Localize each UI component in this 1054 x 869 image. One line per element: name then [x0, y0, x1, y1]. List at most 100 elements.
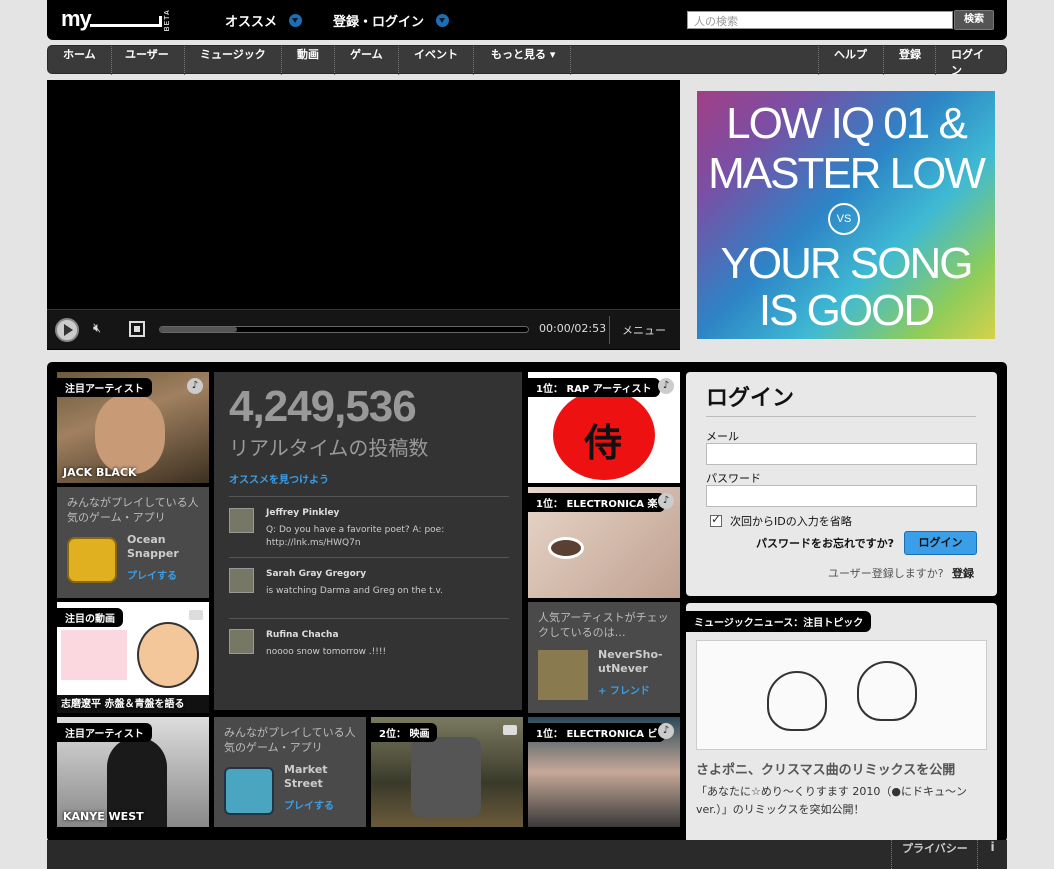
nav-games[interactable]: ゲーム: [335, 46, 399, 75]
menu-recommended[interactable]: オススメ: [225, 11, 303, 30]
avatar[interactable]: [229, 568, 254, 593]
progress-bar[interactable]: [159, 326, 529, 333]
news-illustration[interactable]: [696, 640, 987, 750]
artist-thumbnail[interactable]: [538, 650, 588, 700]
music-note-icon: ♪: [658, 493, 674, 509]
video-tag: 注目の動画: [57, 608, 123, 627]
games-tile-2[interactable]: みんながプレイしている人気のゲーム・アプリ Market Street プレイす…: [214, 717, 366, 827]
post-item[interactable]: Jeffrey Pinkley Q: Do you have a favorit…: [229, 496, 509, 554]
nav-home[interactable]: ホーム: [48, 46, 112, 75]
post-user[interactable]: Sarah Gray Gregory: [266, 569, 366, 579]
featured-artist-tile-2[interactable]: 注目アーティスト KANYE WEST: [57, 717, 209, 827]
email-label: メール: [706, 430, 739, 443]
electronica-tile[interactable]: 1位： ELECTRONICA 楽 ♪: [528, 487, 680, 598]
mute-icon[interactable]: 🔇︎: [93, 321, 101, 336]
games-tile[interactable]: みんながプレイしている人気のゲーム・アプリ Ocean Snapper プレイす…: [57, 487, 209, 598]
post-item[interactable]: Rufina Chacha noooo snow tomorrow .!!!!: [229, 618, 509, 678]
nav-register[interactable]: 登録: [883, 46, 936, 75]
people-search-input[interactable]: 人の検索: [687, 11, 953, 29]
featured-artist-tag: 注目アーティスト: [57, 378, 152, 397]
post-user[interactable]: Rufina Chacha: [266, 630, 339, 640]
signup-link[interactable]: 登録: [952, 565, 974, 581]
signup-question: ユーザー登録しますか?: [828, 567, 944, 580]
menu-recommended-label: オススメ: [225, 15, 278, 30]
nav-video[interactable]: 動画: [282, 46, 335, 75]
time-readout: 00:00/02:53: [539, 322, 607, 335]
beta-label: BETA: [164, 9, 171, 32]
ad-line-1: LOW IQ 01 &: [726, 99, 968, 148]
featured-artist-tile[interactable]: 注目アーティスト ♪ JACK BLACK: [57, 372, 209, 483]
popular-title: 人気アーティストがチェックしているのは…: [538, 611, 669, 639]
ad-banner[interactable]: LOW IQ 01 & MASTER LOW VS YOUR SONG IS G…: [697, 91, 995, 339]
privacy-link[interactable]: プライバシー: [891, 840, 978, 869]
artist-name: JACK BLACK: [63, 466, 137, 479]
rap-artist-tile[interactable]: 侍 1位： RAP アーティスト ♪: [528, 372, 680, 483]
electronica-tile-2[interactable]: 1位： ELECTRONICA ビ ♪: [528, 717, 680, 827]
play-link[interactable]: プレイする: [284, 797, 334, 812]
site-logo[interactable]: my: [61, 6, 92, 32]
fullscreen-icon[interactable]: [129, 321, 145, 337]
games-title: みんながプレイしている人気のゲーム・アプリ: [67, 496, 199, 524]
menu-register-login[interactable]: 登録・ログイン: [333, 11, 450, 30]
post-text: is watching Darma and Greg on the t.v.: [266, 586, 443, 596]
forgot-password-link[interactable]: パスワードをお忘れですか?: [756, 535, 894, 551]
post-user[interactable]: Jeffrey Pinkley: [266, 508, 339, 518]
movie-tile[interactable]: 2位： 映画: [371, 717, 523, 827]
nav-events[interactable]: イベント: [399, 46, 474, 75]
avatar[interactable]: [229, 508, 254, 533]
post-item[interactable]: Sarah Gray Gregory is watching Darma and…: [229, 557, 509, 617]
artist-name[interactable]: NeverSho-utNever: [598, 648, 668, 676]
add-friend-link[interactable]: + フレンド: [598, 682, 650, 697]
post-text: Q: Do you have a favorite poet? A: poe: …: [266, 525, 445, 548]
rap-rank-tag: 1位： RAP アーティスト: [528, 378, 660, 397]
nav-login[interactable]: ログイン: [935, 46, 1006, 77]
post-text: noooo snow tomorrow .!!!!: [266, 647, 387, 657]
nav-users[interactable]: ユーザー: [110, 46, 185, 75]
music-note-icon: ♪: [658, 723, 674, 739]
avatar[interactable]: [229, 629, 254, 654]
music-news-panel: ミュージックニュース：注目トピック さよポニ、クリスマス曲のリミックスを公開 「…: [686, 603, 997, 843]
nav-more[interactable]: もっと見る ▾: [476, 46, 572, 75]
movie-still: [411, 737, 481, 817]
dropdown-arrow-icon[interactable]: [289, 14, 303, 27]
camera-app-icon: [67, 537, 117, 583]
controls-divider: [609, 316, 610, 344]
remember-me-checkbox[interactable]: [710, 512, 722, 527]
post-count: 4,249,536: [229, 382, 417, 431]
top-bar: my BETA オススメ 登録・ログイン 人の検索 検索: [47, 0, 1007, 40]
logo-tick: [159, 16, 162, 27]
news-tag: ミュージックニュース：注目トピック: [686, 611, 872, 632]
dropdown-arrow-icon[interactable]: [436, 14, 450, 27]
video-text-art: [61, 630, 127, 680]
password-label: パスワード: [706, 472, 761, 485]
ad-line-2: MASTER LOW: [708, 149, 986, 198]
post-count-label: リアルタイムの投稿数: [229, 436, 429, 460]
electronica-rank-tag: 1位： ELECTRONICA 楽: [528, 493, 666, 512]
find-recommendations-link[interactable]: オススメを見つけよう: [229, 471, 329, 486]
nav-help[interactable]: ヘルプ: [818, 46, 882, 75]
video-title: 志磨遼平 赤盤＆青盤を語る: [61, 699, 185, 710]
main-nav: ホーム ユーザー ミュージック 動画 ゲーム イベント もっと見る ▾ ヘルプ …: [47, 45, 1007, 77]
news-title[interactable]: さよポニ、クリスマス曲のリミックスを公開: [696, 759, 955, 778]
info-icon[interactable]: i: [977, 840, 1007, 869]
music-note-icon: ♪: [187, 378, 203, 394]
eye-image: [548, 537, 584, 559]
sketch-figure: [767, 671, 827, 731]
artist-photo: [95, 394, 165, 474]
play-icon[interactable]: [55, 318, 79, 342]
movie-rank-tag: 2位： 映画: [371, 723, 438, 742]
nav-music[interactable]: ミュージック: [185, 46, 282, 75]
login-title: ログイン: [706, 386, 795, 411]
play-link[interactable]: プレイする: [127, 567, 177, 582]
cartoon-face: [137, 622, 199, 688]
video-camera-icon: [503, 725, 517, 735]
search-button[interactable]: 検索: [954, 10, 994, 30]
password-field[interactable]: [706, 485, 977, 507]
login-button[interactable]: ログイン: [904, 531, 977, 555]
featured-video-tile[interactable]: 注目の動画 志磨遼平 赤盤＆青盤を語る: [57, 602, 209, 713]
popular-artist-check-tile[interactable]: 人気アーティストがチェックしているのは… NeverSho-utNever + …: [528, 602, 680, 713]
player-menu-button[interactable]: メニュー: [622, 322, 666, 338]
electronica-rank-tag: 1位： ELECTRONICA ビ: [528, 723, 666, 742]
email-field[interactable]: [706, 443, 977, 465]
logo-underline: [90, 24, 160, 27]
